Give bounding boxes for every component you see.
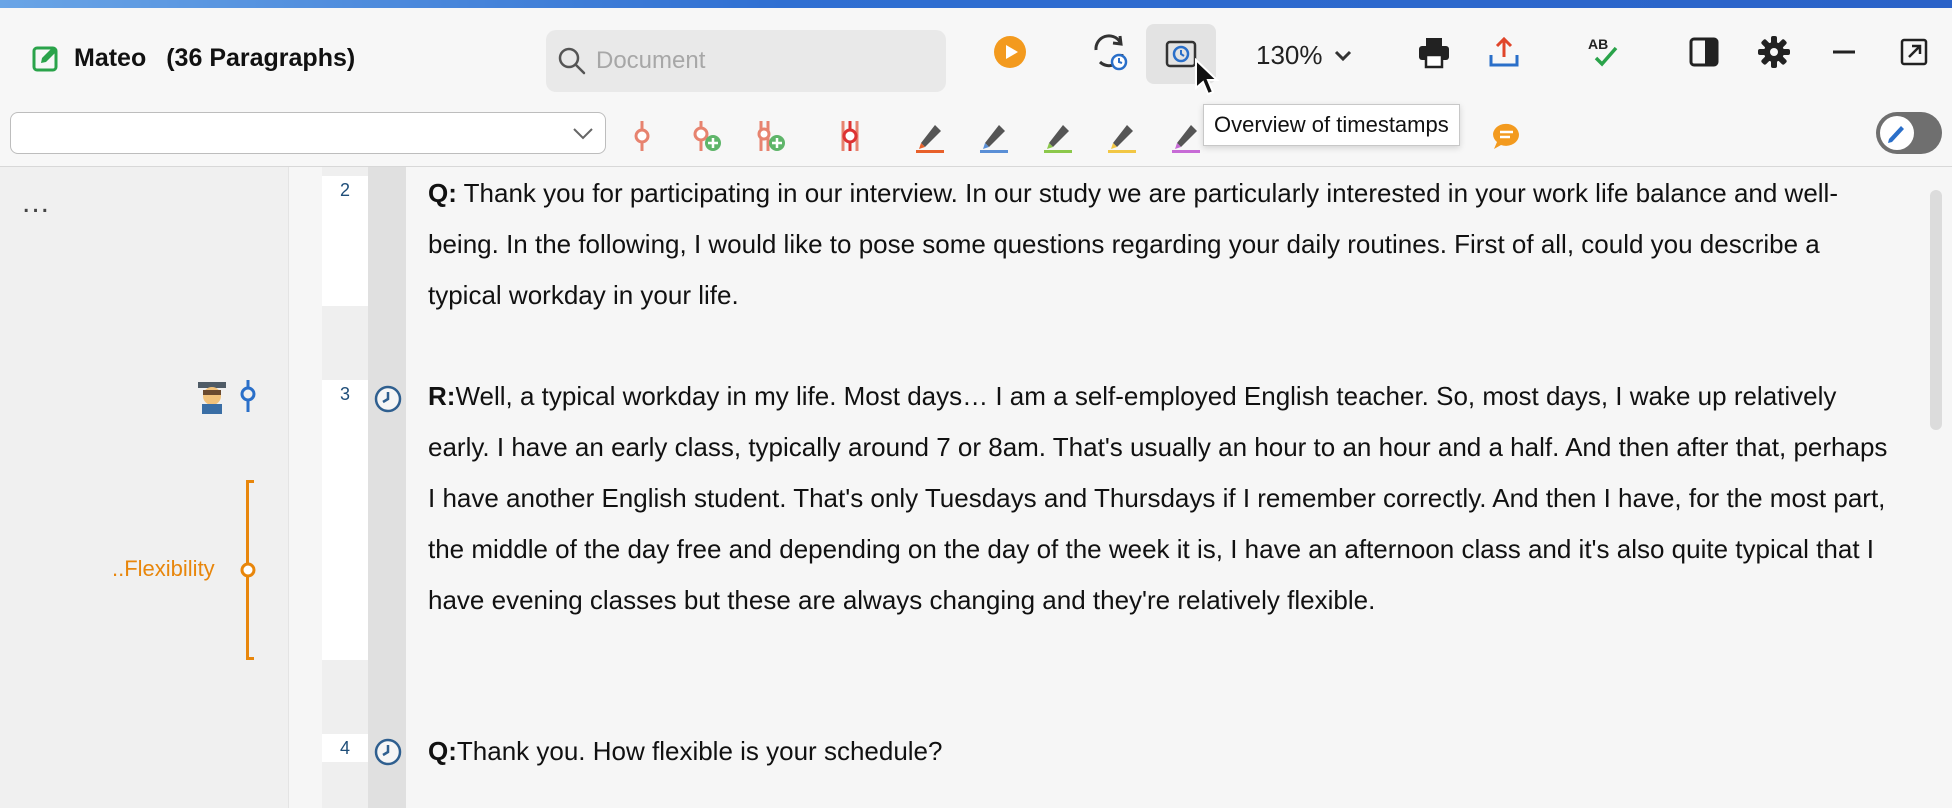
open-window-button[interactable] (1886, 24, 1942, 80)
vertical-scrollbar[interactable] (1930, 190, 1942, 430)
sync-clock-icon (1094, 34, 1128, 71)
zoom-dropdown[interactable]: 130% (1256, 40, 1353, 71)
marker-red-icon (916, 125, 944, 153)
toggle-knob (1880, 116, 1914, 150)
chevron-down-icon (1334, 50, 1351, 61)
speaker-label: Q: (428, 736, 457, 766)
timestamp-clock-icon[interactable] (373, 737, 403, 767)
paragraph-count: (36 Paragraphs) (166, 43, 356, 72)
mouse-cursor-icon (1195, 58, 1220, 96)
spellcheck-button[interactable]: AB (1576, 24, 1632, 80)
marker-blue-icon (980, 125, 1008, 153)
highlight-purple-button[interactable] (1166, 116, 1206, 156)
gear-icon (1758, 36, 1790, 68)
edit-document-icon (32, 46, 58, 72)
highlight-blue-button[interactable] (974, 116, 1014, 156)
chevron-down-icon (573, 128, 593, 140)
minimize-button[interactable] (1816, 24, 1872, 80)
memo-button[interactable] (1486, 116, 1526, 156)
highlight-red-button[interactable] (910, 116, 950, 156)
svg-text:AB: AB (1588, 36, 1608, 52)
code-invivo-icon (757, 121, 785, 151)
marker-yellow-icon (1108, 125, 1136, 153)
play-button[interactable] (982, 24, 1038, 80)
popout-icon (1900, 38, 1928, 66)
paragraph-body: Well, a typical workday in my life. Most… (428, 381, 1888, 615)
zoom-level: 130% (1256, 40, 1323, 70)
paragraph-body: Thank you. How flexible is your schedule… (456, 736, 943, 766)
marker-purple-icon (1172, 125, 1200, 153)
speaker-label: R: (428, 381, 456, 411)
upload-icon (1489, 36, 1519, 67)
highlight-yellow-button[interactable] (1102, 116, 1142, 156)
new-code-button[interactable] (686, 116, 726, 156)
search-icon (558, 47, 586, 75)
pencil-icon (1888, 126, 1904, 143)
export-button[interactable] (1476, 24, 1532, 80)
paragraph-text[interactable]: Q:Thank you. How flexible is your schedu… (428, 726, 1898, 777)
code-remove-icon (841, 121, 859, 151)
code-stripe-label[interactable]: ..Flexibility (112, 556, 215, 582)
timestamp-column (368, 167, 406, 808)
toggle-panel-button[interactable] (1676, 24, 1732, 80)
timestamp-overview-icon (1165, 40, 1197, 68)
window-accent-bar (0, 0, 1952, 8)
code-add-icon (693, 121, 721, 151)
comment-icon (1493, 123, 1519, 149)
sync-timestamps-button[interactable] (1082, 24, 1138, 80)
marker-green-icon (1044, 125, 1072, 153)
paragraph-body: Thank you for participating in our inter… (428, 178, 1838, 310)
more-options-button[interactable]: ... (22, 186, 50, 220)
play-icon (994, 36, 1026, 68)
timestamp-clock-icon[interactable] (373, 384, 403, 414)
speaker-label: Q: (428, 178, 457, 208)
code-stripe-node (240, 562, 256, 578)
code-button[interactable] (622, 116, 662, 156)
printer-icon (1419, 38, 1449, 69)
minimize-icon (1833, 50, 1855, 54)
spellcheck-icon: AB (1588, 36, 1618, 67)
highlight-green-button[interactable] (1038, 116, 1078, 156)
paragraph-number: 3 (322, 380, 368, 660)
search-input[interactable] (594, 46, 928, 76)
code-icon (634, 121, 650, 151)
remove-code-button[interactable] (830, 116, 870, 156)
edit-mode-toggle[interactable] (1876, 112, 1942, 154)
teacher-emoji-icon (198, 382, 226, 414)
timestamps-tooltip: Overview of timestamps (1203, 104, 1460, 146)
document-search[interactable] (546, 30, 946, 92)
document-title: Mateo (36 Paragraphs) (32, 38, 355, 78)
print-button[interactable] (1406, 24, 1462, 80)
main-toolbar: Mateo (36 Paragraphs) 130% AB (0, 8, 1952, 96)
code-segment-icon (240, 380, 256, 412)
code-selector[interactable] (10, 112, 606, 154)
paragraph-text[interactable]: R:Well, a typical workday in my life. Mo… (428, 371, 1898, 626)
settings-button[interactable] (1746, 24, 1802, 80)
document-name: Mateo (74, 43, 147, 72)
code-in-vivo-button[interactable] (750, 116, 790, 156)
side-panel-icon (1689, 37, 1719, 67)
paragraph-number: 2 (322, 176, 368, 306)
paragraph-text[interactable]: Q: Thank you for participating in our in… (428, 168, 1898, 321)
paragraph-number: 4 (322, 734, 368, 762)
